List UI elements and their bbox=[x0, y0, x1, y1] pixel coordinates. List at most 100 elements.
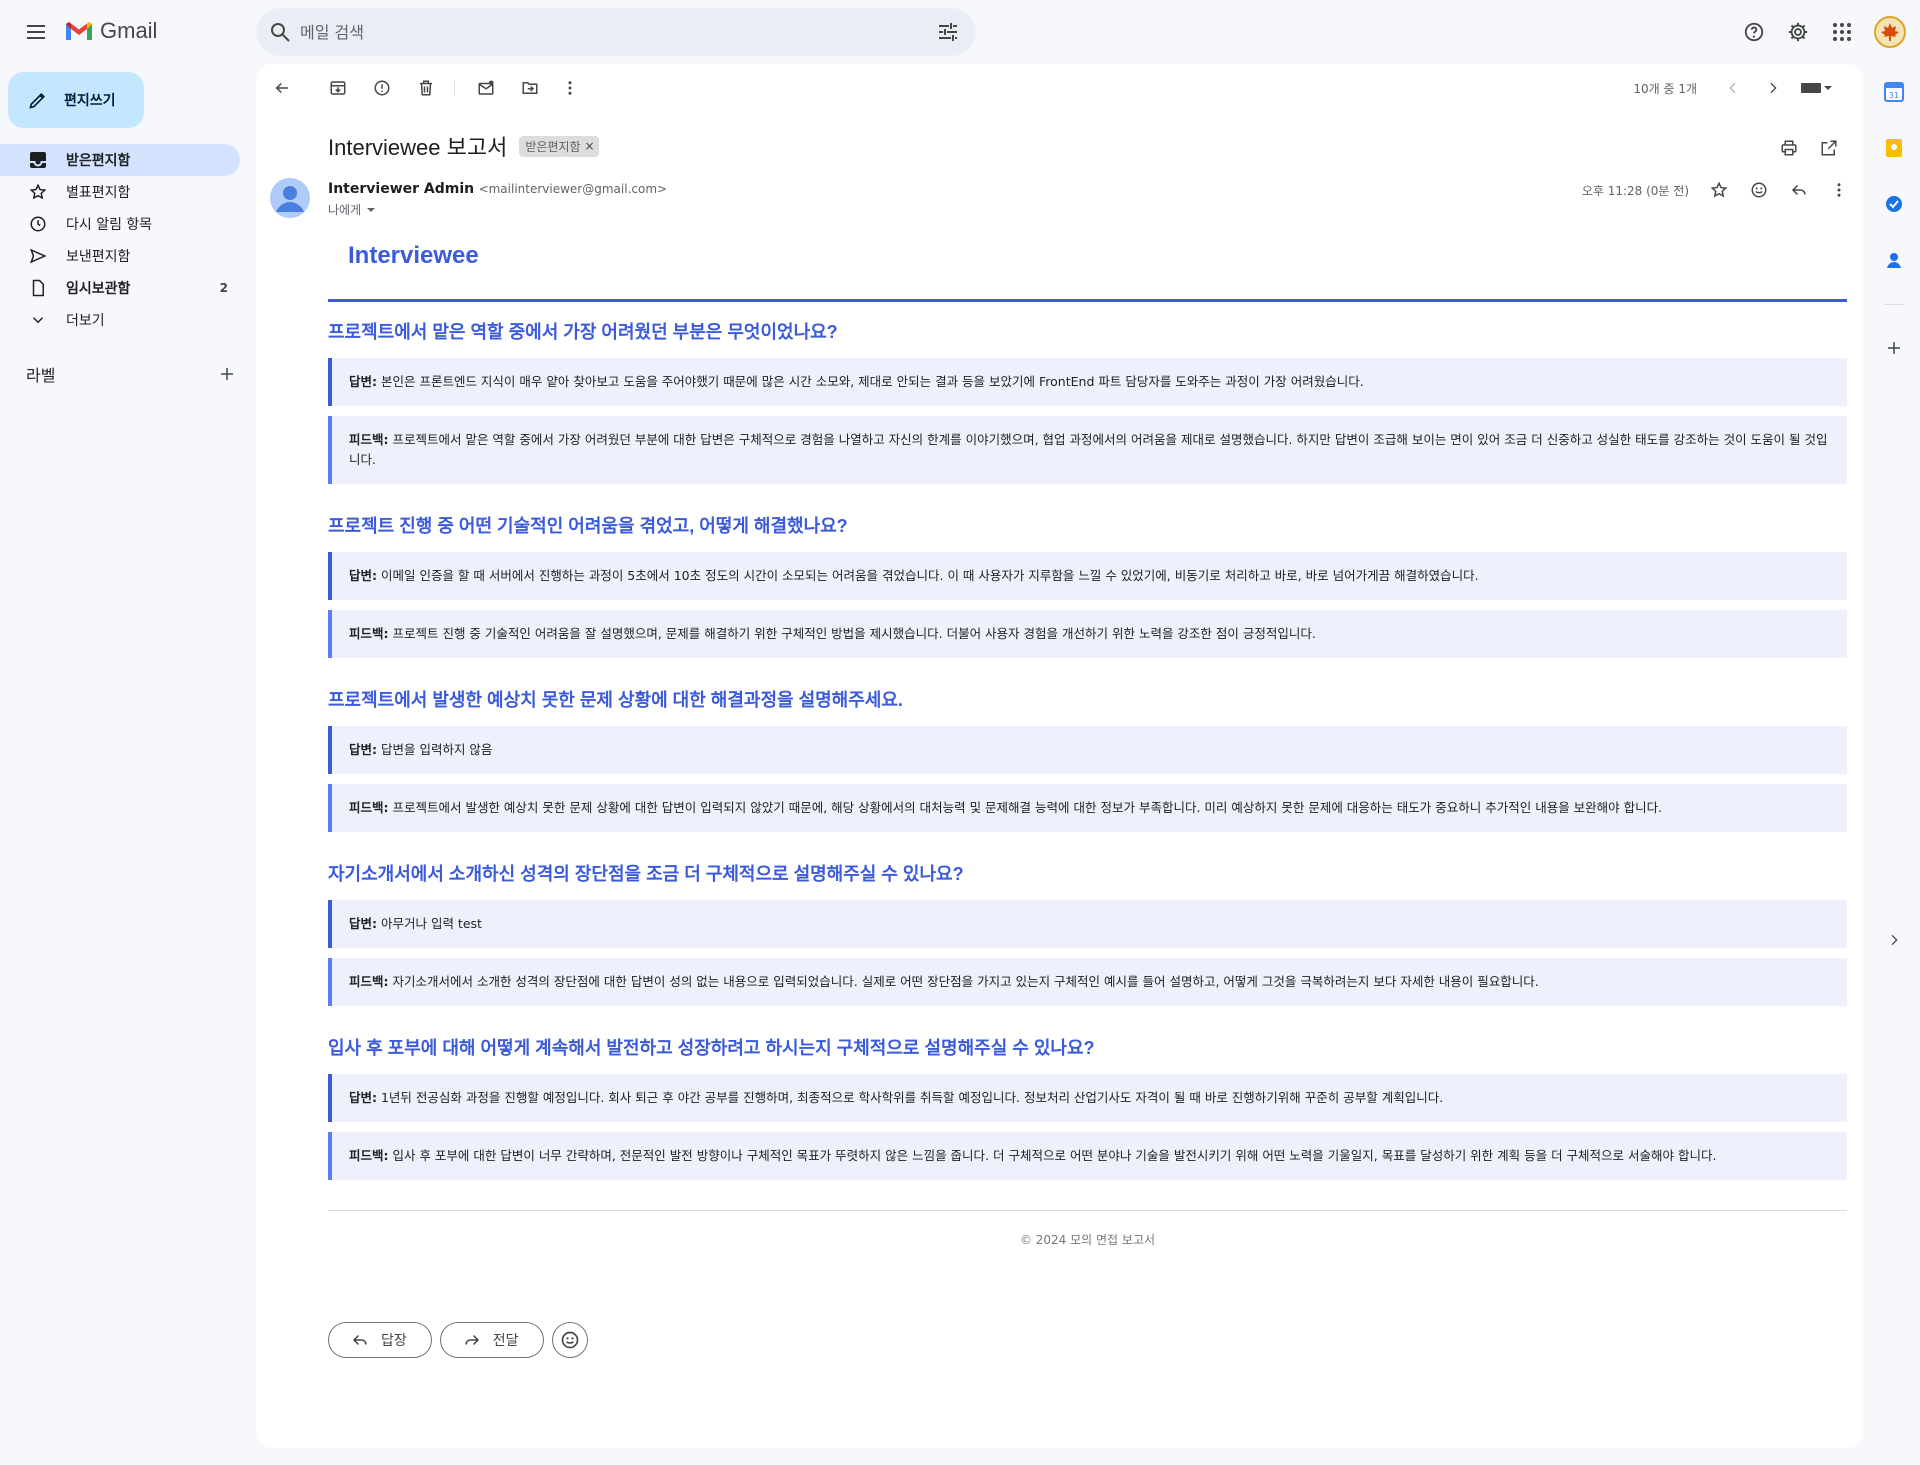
answer-label: 답변: bbox=[349, 1090, 377, 1105]
emoji-reaction-button[interactable] bbox=[551, 1322, 588, 1358]
input-tools-button[interactable] bbox=[1795, 72, 1839, 104]
feedback-text: 프로젝트에서 맡은 역할 중에서 가장 어려웠던 부분에 대한 답변은 구체적으… bbox=[349, 432, 1828, 467]
forward-label: 전달 bbox=[492, 1333, 519, 1349]
maple-leaf-icon bbox=[1881, 23, 1899, 41]
calendar-app-button[interactable]: 31 bbox=[1870, 68, 1918, 116]
sidebar-nav: 받은편지함 별표편지함 다시 알림 항목 보낸편지함 임시보관함 2 더보기 bbox=[0, 144, 256, 336]
sidebar-item-snoozed[interactable]: 다시 알림 항목 bbox=[0, 208, 240, 240]
labels-heading: 라벨 bbox=[26, 366, 56, 385]
create-label-button[interactable] bbox=[218, 365, 236, 383]
sidebar-item-starred[interactable]: 별표편지함 bbox=[0, 176, 240, 208]
star-button[interactable] bbox=[1703, 174, 1735, 206]
sidebar-item-sent[interactable]: 보낸편지함 bbox=[0, 240, 240, 272]
qa-item: 프로젝트에서 맡은 역할 중에서 가장 어려웠던 부분은 무엇이었나요? 답변:… bbox=[328, 320, 1847, 484]
back-button[interactable] bbox=[266, 72, 298, 104]
message-more-button[interactable] bbox=[1823, 174, 1855, 206]
answer-box: 답변: 아무거나 입력 test bbox=[328, 900, 1847, 948]
message-toolbar: 10개 중 1개 bbox=[256, 64, 1863, 112]
reply-button[interactable]: 답장 bbox=[328, 1322, 432, 1358]
email-subject: Interviewee 보고서 bbox=[328, 135, 508, 160]
caret-down-icon bbox=[367, 207, 376, 212]
contacts-app-button[interactable] bbox=[1870, 236, 1918, 284]
label-chip-text: 받은편지함 bbox=[525, 139, 581, 154]
question-heading: 프로젝트에서 발생한 예상치 못한 문제 상황에 대한 해결과정을 설명해주세요… bbox=[328, 690, 903, 710]
older-button[interactable] bbox=[1757, 72, 1789, 104]
support-button[interactable] bbox=[1734, 12, 1774, 52]
keep-icon bbox=[1886, 139, 1902, 157]
label-chip[interactable]: 받은편지함 × bbox=[519, 135, 599, 157]
answer-box: 답변: 답변을 입력하지 않음 bbox=[328, 726, 1847, 774]
feedback-label: 피드백: bbox=[349, 432, 389, 447]
recipient-details-toggle[interactable]: 나에게 bbox=[328, 201, 377, 218]
tasks-icon bbox=[1886, 196, 1902, 212]
print-button[interactable] bbox=[1771, 130, 1807, 166]
show-side-panel-button[interactable] bbox=[1870, 916, 1918, 964]
message-time: 오후 11:28 (0분 전) bbox=[1581, 184, 1689, 198]
qa-item: 자기소개서에서 소개하신 성격의 장단점을 조금 더 구체적으로 설명해주실 수… bbox=[328, 862, 1847, 1006]
mark-unread-button[interactable] bbox=[470, 72, 502, 104]
add-reaction-button[interactable] bbox=[1743, 174, 1775, 206]
sidebar-item-inbox[interactable]: 받은편지함 bbox=[0, 144, 240, 176]
sender-name[interactable]: Interviewer Admin bbox=[328, 181, 474, 197]
answer-box: 답변: 본인은 프론트엔드 지식이 매우 얕아 찾아보고 도움을 주어야했기 때… bbox=[328, 358, 1847, 406]
get-addons-button[interactable] bbox=[1870, 324, 1918, 372]
answer-text: 아무거나 입력 test bbox=[380, 916, 482, 931]
sidebar-item-more[interactable]: 더보기 bbox=[0, 304, 240, 336]
forward-button[interactable]: 전달 bbox=[439, 1322, 544, 1358]
search-input[interactable] bbox=[300, 18, 880, 46]
keep-app-button[interactable] bbox=[1870, 124, 1918, 172]
delete-button[interactable] bbox=[410, 72, 442, 104]
apps-grid-icon bbox=[1833, 23, 1851, 41]
answer-label: 답변: bbox=[349, 374, 377, 389]
smiley-icon bbox=[561, 1331, 578, 1349]
sidebar-item-count: 2 bbox=[219, 281, 228, 295]
spam-icon bbox=[374, 80, 390, 96]
more-actions-button[interactable] bbox=[554, 72, 586, 104]
sidebar-item-drafts[interactable]: 임시보관함 2 bbox=[0, 272, 240, 304]
remove-label-icon[interactable]: × bbox=[585, 139, 595, 153]
clock-icon bbox=[28, 214, 48, 234]
search-options-icon[interactable] bbox=[936, 20, 960, 44]
feedback-box: 피드백: 자기소개서에서 소개한 성격의 장단점에 대한 답변이 성의 없는 내… bbox=[328, 958, 1847, 1006]
gear-icon bbox=[1788, 22, 1808, 42]
plus-icon bbox=[221, 368, 233, 380]
sidebar-item-label: 보낸편지함 bbox=[66, 249, 131, 265]
question-heading: 자기소개서에서 소개하신 성격의 장단점을 조금 더 구체적으로 설명해주실 수… bbox=[328, 864, 964, 884]
settings-button[interactable] bbox=[1778, 12, 1818, 52]
sidebar-item-label: 더보기 bbox=[66, 313, 105, 329]
person-avatar-icon bbox=[270, 178, 310, 218]
answer-text: 답변을 입력하지 않음 bbox=[380, 742, 493, 757]
main-menu-button[interactable] bbox=[16, 14, 56, 50]
reply-icon-button[interactable] bbox=[1783, 174, 1815, 206]
message-view: 10개 중 1개 Interviewee 보고서 받은편지함 × Intervi… bbox=[256, 64, 1863, 1448]
open-new-window-button[interactable] bbox=[1811, 130, 1847, 166]
feedback-box: 피드백: 프로젝트에서 발생한 예상치 못한 문제 상황에 대한 답변이 입력되… bbox=[328, 784, 1847, 832]
gmail-logo[interactable]: Gmail bbox=[64, 18, 157, 44]
search-bar bbox=[256, 8, 976, 56]
google-apps-button[interactable] bbox=[1822, 12, 1862, 52]
subject-actions bbox=[1771, 130, 1847, 166]
keyboard-icon bbox=[1801, 83, 1832, 93]
chevron-right-icon bbox=[1891, 934, 1898, 946]
newer-button[interactable] bbox=[1717, 72, 1749, 104]
archive-icon bbox=[330, 81, 346, 95]
top-right-actions bbox=[1734, 12, 1906, 52]
toolbar-divider bbox=[454, 80, 455, 96]
move-to-button[interactable] bbox=[514, 72, 546, 104]
compose-button[interactable]: 편지쓰기 bbox=[8, 72, 144, 128]
reply-label: 답장 bbox=[381, 1333, 407, 1349]
archive-button[interactable] bbox=[322, 72, 354, 104]
trash-icon bbox=[420, 80, 432, 96]
app-name: Gmail bbox=[100, 18, 158, 43]
search-icon[interactable] bbox=[268, 20, 292, 44]
tasks-app-button[interactable] bbox=[1870, 180, 1918, 228]
answer-label: 답변: bbox=[349, 742, 377, 757]
sidebar-item-label: 받은편지함 bbox=[66, 153, 131, 169]
sidebar-item-label: 임시보관함 bbox=[66, 281, 131, 297]
sender-avatar[interactable] bbox=[270, 178, 310, 218]
account-avatar[interactable] bbox=[1874, 16, 1906, 48]
inbox-icon bbox=[28, 150, 48, 170]
report-spam-button[interactable] bbox=[366, 72, 398, 104]
arrow-left-icon bbox=[275, 82, 288, 94]
top-bar: Gmail bbox=[0, 0, 1920, 64]
